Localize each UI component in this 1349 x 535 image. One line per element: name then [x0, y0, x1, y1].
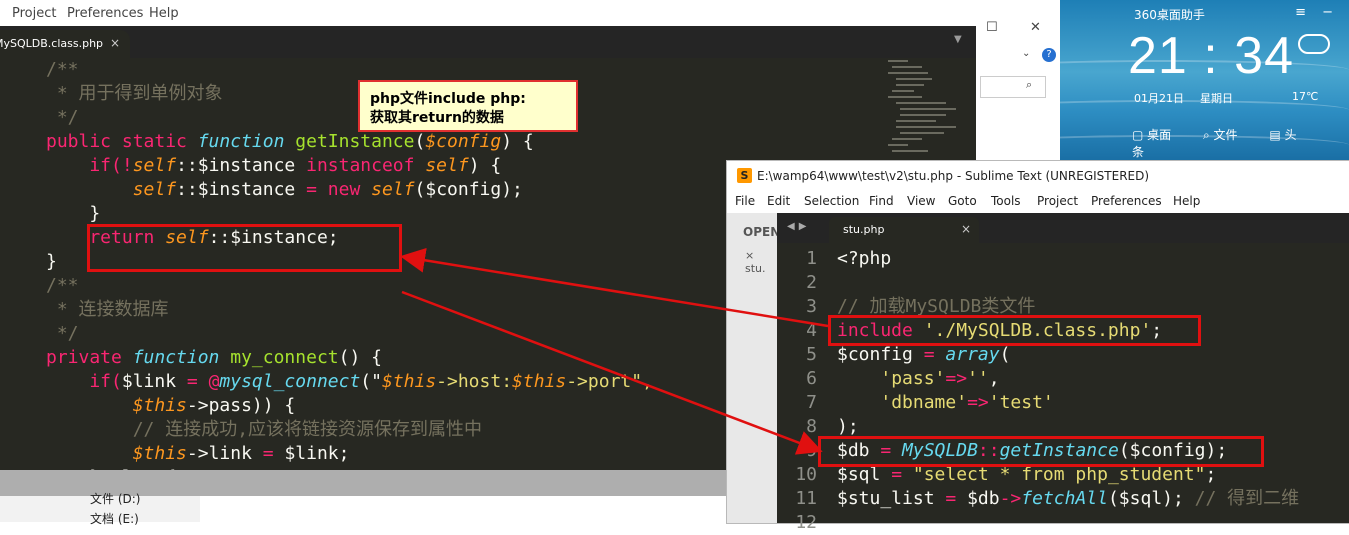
arrow-return-to-getinstance — [401, 290, 823, 455]
arrow-include-to-return — [400, 247, 829, 328]
annotation-arrows — [400, 247, 829, 455]
